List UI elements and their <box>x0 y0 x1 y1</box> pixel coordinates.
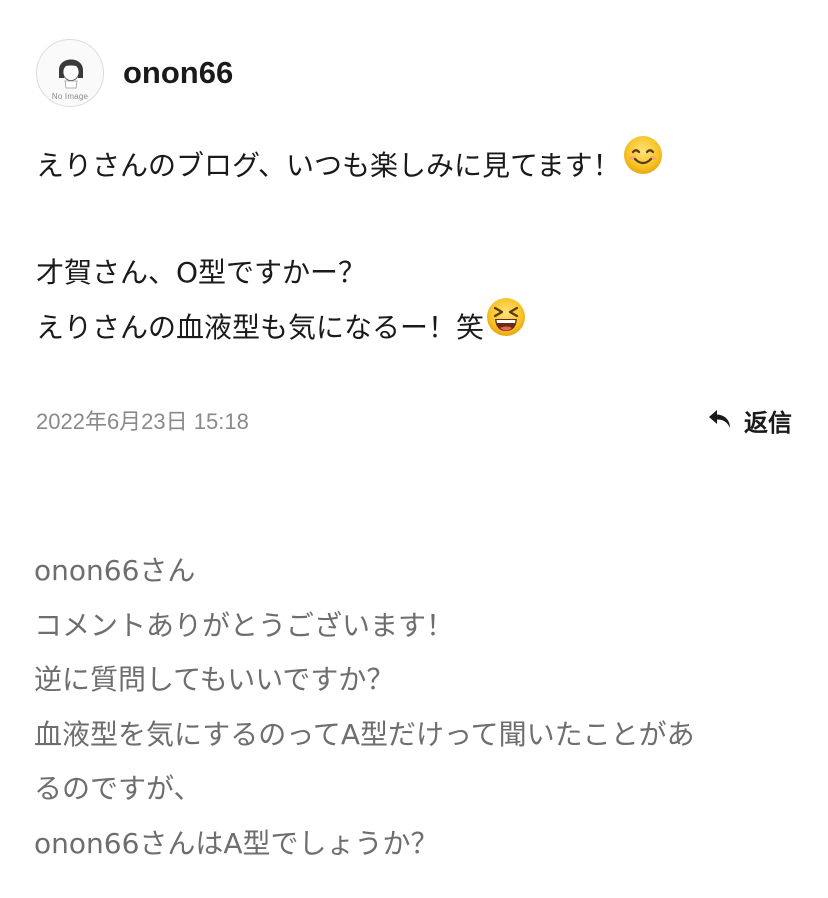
reply-label: 返信 <box>744 408 792 437</box>
avatar-caption: No Image <box>51 92 89 101</box>
comment-text: えりさんのブログ、いつも楽しみに見てます！ <box>36 149 621 182</box>
comment-line: 才賀さん、O型ですかー？ <box>36 246 796 300</box>
comment-header: No Image onon66 <box>36 38 233 108</box>
reply-arrow-icon <box>706 405 736 435</box>
comment-text: えりさんの血液型も気になるー！笑 <box>36 311 485 344</box>
comment-body: えりさんのブログ、いつも楽しみに見てます！ 才賀さん、O型ですかー？ えりさんの… <box>36 135 796 355</box>
comment-text: 才賀さん、O型ですかー？ <box>36 256 367 289</box>
reply-line: コメントありがとうございます！ <box>34 608 455 642</box>
avatar[interactable]: No Image <box>36 39 104 107</box>
author-reply: onon66さん コメントありがとうございます！ 逆に質問してもいいですか？ 血… <box>34 544 804 872</box>
username[interactable]: onon66 <box>123 55 233 91</box>
comment-meta: 2022年6月23日 15:18 返信 <box>36 400 792 440</box>
smiling-face-emoji <box>623 135 663 193</box>
reply-line: onon66さんはA型でしょうか？ <box>34 826 439 860</box>
reply-line: 逆に質問してもいいですか？ <box>34 663 395 697</box>
reply-button[interactable]: 返信 <box>706 403 792 438</box>
grinning-squinting-face-emoji <box>486 297 526 355</box>
comment-line: えりさんのブログ、いつも楽しみに見てます！ <box>36 135 796 193</box>
timestamp: 2022年6月23日 15:18 <box>36 409 249 434</box>
reply-line: るのですが、 <box>34 772 202 806</box>
reply-line: onon66さん <box>34 554 196 587</box>
comment-line: えりさんの血液型も気になるー！笑 <box>36 297 796 355</box>
reply-line: 血液型を気にするのってA型だけって聞いたことがあ <box>34 717 695 751</box>
